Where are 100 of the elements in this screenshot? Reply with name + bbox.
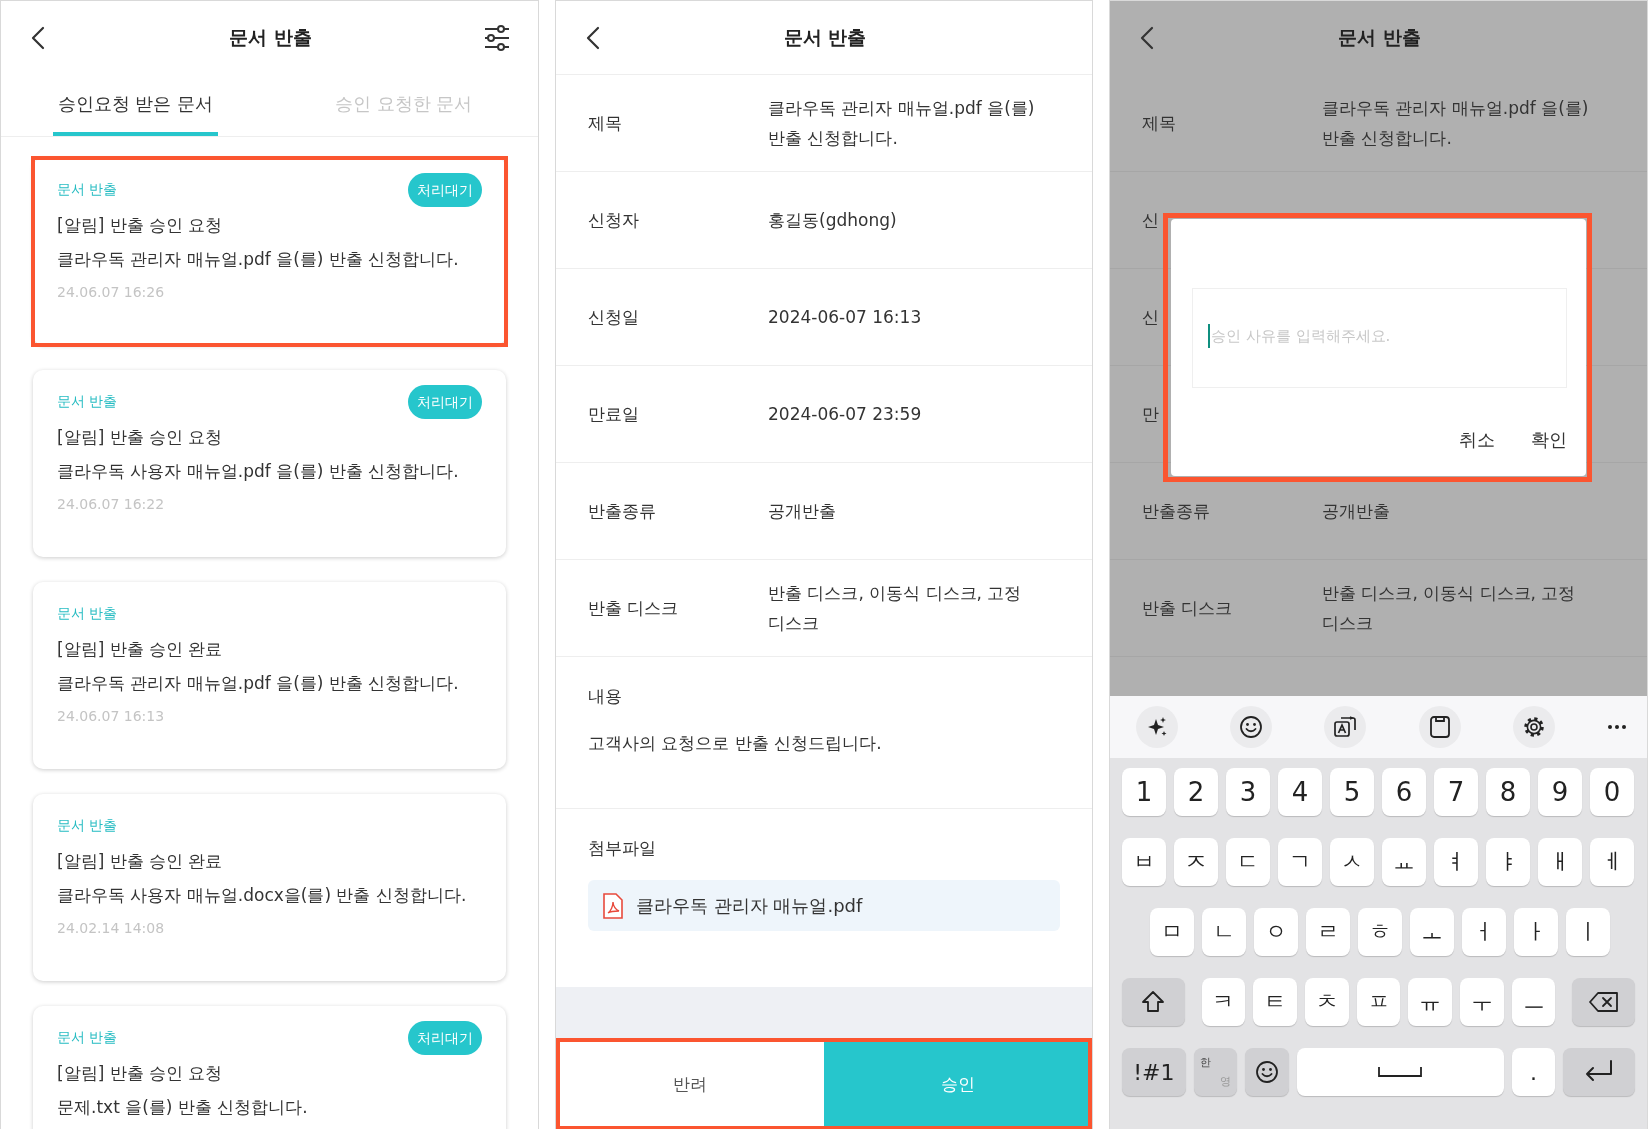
key[interactable]: 6 xyxy=(1382,768,1426,816)
request-card[interactable]: 문서 반출 [알림] 반출 승인 완료 클라우독 관리자 매뉴얼.pdf 을(를) 반출 신청합니다. 24.06.07 16:13 xyxy=(33,582,506,769)
key[interactable]: 1 xyxy=(1122,768,1166,816)
key[interactable]: ㅍ xyxy=(1356,978,1401,1026)
translate-button[interactable] xyxy=(1324,706,1367,748)
request-card[interactable]: 문서 반출 [알림] 반출 승인 완료 클라우독 사용자 매뉴얼.docx을(를) 반출 신청합니다. 24.02.14 14:08 xyxy=(33,794,506,981)
key[interactable]: 9 xyxy=(1538,768,1582,816)
field-label: 신청자 xyxy=(588,208,640,232)
key[interactable]: 0 xyxy=(1590,768,1634,816)
field-value: 클라우독 관리자 매뉴얼.pdf 을(를) 반출 신청합니다. xyxy=(768,97,1036,150)
key[interactable]: ㅑ xyxy=(1486,838,1530,886)
symbols-key[interactable]: !#1 xyxy=(1122,1048,1186,1096)
key[interactable]: 3 xyxy=(1226,768,1270,816)
field-value: 반출 디스크, 이동식 디스크, 고정 디스크 xyxy=(768,582,1023,635)
key[interactable]: 2 xyxy=(1174,768,1218,816)
request-card[interactable]: 문서 반출 처리대기 [알림] 반출 승인 요청 문제.txt 을(를) 반출 신청합니다. xyxy=(33,1006,506,1129)
back-icon[interactable] xyxy=(1140,26,1154,50)
field-value: 2024-06-07 16:13 xyxy=(768,306,923,329)
enter-key[interactable] xyxy=(1563,1048,1635,1096)
confirm-button[interactable]: 확인 xyxy=(1531,424,1567,456)
key[interactable]: ㅠ xyxy=(1408,978,1453,1026)
category-label: 문서 반출 xyxy=(57,1029,118,1047)
key[interactable]: ㅏ xyxy=(1514,908,1558,956)
key[interactable]: ㅕ xyxy=(1434,838,1478,886)
key[interactable]: ㄱ xyxy=(1278,838,1322,886)
key[interactable]: 4 xyxy=(1278,768,1322,816)
key[interactable]: ㅐ xyxy=(1538,838,1582,886)
backspace-key[interactable] xyxy=(1572,978,1636,1026)
filter-icon[interactable] xyxy=(484,25,510,51)
pdf-file-icon xyxy=(602,892,624,919)
card-title: [알림] 반출 승인 완료 xyxy=(57,638,223,661)
key[interactable]: ㅡ xyxy=(1511,978,1556,1026)
key[interactable]: ㅌ xyxy=(1253,978,1297,1026)
screen-title: 문서 반출 xyxy=(229,25,312,50)
cancel-button[interactable]: 취소 xyxy=(1459,424,1495,456)
screen-title: 문서 반출 xyxy=(783,24,867,50)
screen-title: 문서 반출 xyxy=(1338,25,1421,50)
field-label: 신 xyxy=(1142,305,1160,329)
attachment-file[interactable]: 클라우독 관리자 매뉴얼.pdf xyxy=(588,880,1060,931)
request-card[interactable]: 문서 반출 처리대기 [알림] 반출 승인 요청 클라우독 사용자 매뉴얼.pdf 을(를) 반출 신청합니다. 24.06.07 16:22 xyxy=(33,370,506,557)
key[interactable]: ㅔ xyxy=(1590,838,1634,886)
card-date: 24.06.07 16:26 xyxy=(57,284,165,300)
back-icon[interactable] xyxy=(586,25,600,50)
key[interactable]: ㅈ xyxy=(1174,838,1218,886)
key[interactable]: ㅓ xyxy=(1462,908,1506,956)
key[interactable]: ㄴ xyxy=(1202,908,1246,956)
key[interactable]: ㅎ xyxy=(1358,908,1402,956)
card-text: 클라우독 사용자 매뉴얼.pdf 을(를) 반출 신청합니다. xyxy=(57,460,459,483)
key[interactable]: ㅅ xyxy=(1330,838,1374,886)
card-date: 24.06.07 16:22 xyxy=(57,496,165,512)
more-icon[interactable] xyxy=(1606,724,1627,730)
key[interactable]: . xyxy=(1511,1048,1556,1096)
section-label: 첨부파일 xyxy=(588,837,657,860)
key[interactable]: ㅜ xyxy=(1460,978,1504,1026)
field-label: 제목 xyxy=(588,111,623,135)
content-text: 고객사의 요청으로 반출 신청드립니다. xyxy=(588,732,883,755)
category-label: 문서 반출 xyxy=(57,817,118,835)
key[interactable]: ㄷ xyxy=(1226,838,1270,886)
field-label: 반출종류 xyxy=(1142,499,1211,523)
key[interactable]: ㅗ xyxy=(1410,908,1454,956)
clipboard-button[interactable] xyxy=(1418,706,1461,748)
field-value: 공개반출 xyxy=(768,500,837,523)
key[interactable]: ㄹ xyxy=(1306,908,1350,956)
back-icon[interactable] xyxy=(31,26,45,50)
key[interactable]: ㅛ xyxy=(1382,838,1426,886)
status-badge: 처리대기 xyxy=(408,1021,482,1055)
tab[interactable]: 승인요청 받은 문서 xyxy=(52,75,218,136)
key[interactable]: ㅋ xyxy=(1201,978,1246,1026)
key[interactable]: 8 xyxy=(1486,768,1530,816)
key[interactable]: ㅇ xyxy=(1254,908,1298,956)
field-value: 홍길동(gdhong) xyxy=(768,209,898,232)
key[interactable]: ㅣ xyxy=(1566,908,1610,956)
translate-icon xyxy=(1333,715,1358,739)
field-label: 반출 디스크 xyxy=(588,596,680,620)
key[interactable]: ㅊ xyxy=(1304,978,1349,1026)
settings-button[interactable] xyxy=(1512,706,1555,748)
ai-tools-button[interactable] xyxy=(1136,706,1178,748)
field-label: 반출 디스크 xyxy=(1142,596,1234,620)
card-title: [알림] 반출 승인 요청 xyxy=(57,1062,223,1085)
shift-icon xyxy=(1140,989,1167,1015)
settings-icon xyxy=(1521,715,1546,739)
emoji-key[interactable] xyxy=(1245,1048,1290,1096)
shift-key[interactable] xyxy=(1122,978,1185,1026)
file-name: 클라우독 관리자 매뉴얼.pdf xyxy=(636,893,863,918)
key[interactable]: ㅁ xyxy=(1150,908,1194,956)
card-text: 클라우독 관리자 매뉴얼.pdf 을(를) 반출 신청합니다. xyxy=(57,248,459,271)
card-text: 클라우독 사용자 매뉴얼.docx을(를) 반출 신청합니다. xyxy=(57,884,467,907)
key[interactable]: 7 xyxy=(1434,768,1478,816)
card-title: [알림] 반출 승인 요청 xyxy=(57,214,223,237)
card-text: 클라우독 관리자 매뉴얼.pdf 을(를) 반출 신청합니다. xyxy=(57,672,459,695)
field-label: 신 xyxy=(1142,208,1160,232)
field-label: 만 xyxy=(1142,402,1160,426)
field-value: 반출 디스크, 이동식 디스크, 고정 디스크 xyxy=(1322,582,1577,635)
request-card[interactable]: 문서 반출 처리대기 [알림] 반출 승인 요청 클라우독 관리자 매뉴얼.pdf 을(를) 반출 신청합니다. 24.06.07 16:26 xyxy=(33,158,506,345)
key[interactable]: 5 xyxy=(1330,768,1374,816)
emoji-button[interactable] xyxy=(1230,706,1273,748)
key[interactable]: ㅂ xyxy=(1122,838,1166,886)
field-value: 2024-06-07 23:59 xyxy=(768,403,923,426)
card-date: 24.06.07 16:13 xyxy=(57,708,165,724)
space-bar-icon xyxy=(1377,1066,1424,1078)
